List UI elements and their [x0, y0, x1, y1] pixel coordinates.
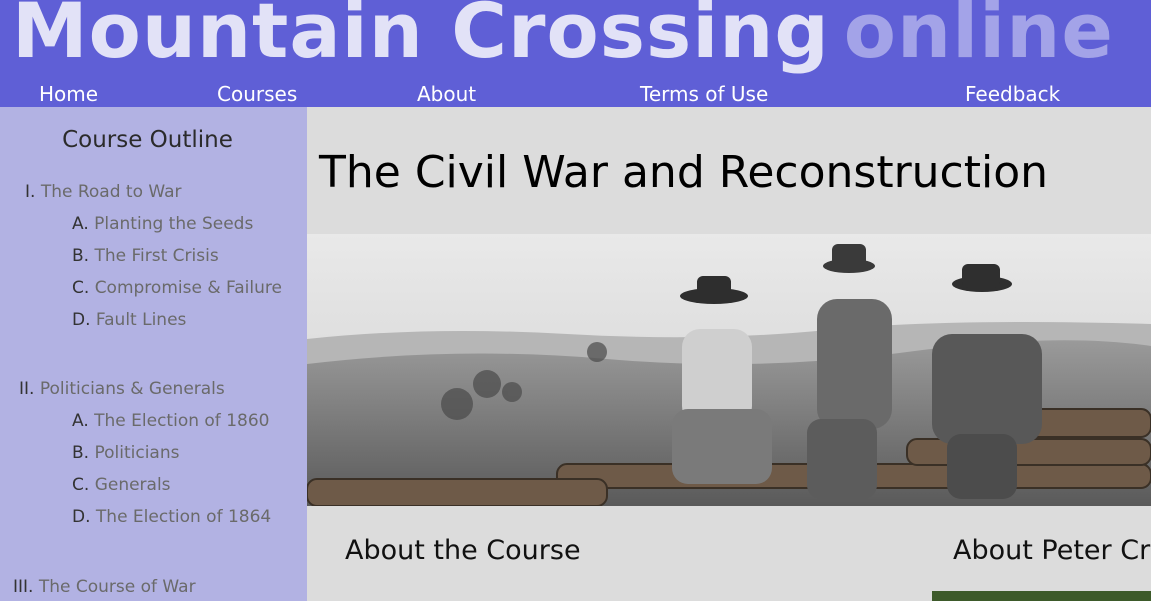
logo-text-sub: online: [843, 0, 1114, 75]
outline-letter: B.: [72, 443, 90, 463]
outline-section-2[interactable]: II. Politicians & Generals: [19, 379, 225, 399]
outline-item[interactable]: B. The First Crisis: [72, 246, 219, 266]
outline-link[interactable]: Generals: [95, 475, 171, 495]
outline-item[interactable]: A. The Election of 1860: [72, 411, 269, 431]
outline-item[interactable]: C. Generals: [72, 475, 171, 495]
hero-photo: [307, 234, 1151, 506]
outline-number: I.: [25, 182, 36, 202]
outline-letter: B.: [72, 246, 90, 266]
instructor-photo: [932, 591, 1151, 601]
outline-number: III.: [13, 577, 34, 597]
course-outline-sidebar: Course Outline I. The Road to War A. Pla…: [0, 107, 307, 601]
outline-link[interactable]: The Road to War: [41, 182, 182, 202]
outline-number: II.: [19, 379, 35, 399]
site-header: Mountain Crossing online Home Courses Abo…: [0, 0, 1151, 107]
outline-item[interactable]: C. Compromise & Failure: [72, 278, 282, 298]
outline-letter: A.: [72, 214, 89, 234]
outline-link[interactable]: The Course of War: [39, 577, 196, 597]
outline-letter: D.: [72, 507, 91, 527]
outline-link[interactable]: Fault Lines: [96, 310, 187, 330]
outline-letter: C.: [72, 278, 90, 298]
outline-item[interactable]: A. Planting the Seeds: [72, 214, 253, 234]
outline-item[interactable]: D. Fault Lines: [72, 310, 186, 330]
outline-section-3[interactable]: III. The Course of War: [13, 577, 196, 597]
about-instructor-heading: About Peter Cra: [953, 535, 1151, 566]
outline-letter: A.: [72, 411, 89, 431]
soldiers-photo-illustration: [307, 234, 1151, 506]
logo-text-main: Mountain Crossing: [12, 0, 830, 75]
nav-feedback[interactable]: Feedback: [965, 82, 1060, 106]
outline-section-1[interactable]: I. The Road to War: [25, 182, 182, 202]
outline-item[interactable]: B. Politicians: [72, 443, 179, 463]
site-logo[interactable]: Mountain Crossing online: [12, 0, 1114, 75]
page-title: The Civil War and Reconstruction: [319, 147, 1049, 198]
nav-courses[interactable]: Courses: [217, 82, 297, 106]
outline-link[interactable]: Politicians & Generals: [40, 379, 225, 399]
main-nav: Home Courses About Terms of Use Feedback: [0, 82, 1151, 107]
sidebar-title: Course Outline: [62, 127, 233, 153]
outline-link[interactable]: The Election of 1864: [96, 507, 271, 527]
about-course-heading: About the Course: [345, 535, 581, 566]
nav-terms-of-use[interactable]: Terms of Use: [640, 82, 768, 106]
outline-item[interactable]: D. The Election of 1864: [72, 507, 271, 527]
outline-letter: D.: [72, 310, 91, 330]
outline-link[interactable]: Compromise & Failure: [95, 278, 282, 298]
outline-link[interactable]: Planting the Seeds: [94, 214, 253, 234]
main-content: The Civil War and Reconstruction About t…: [307, 107, 1151, 601]
outline-letter: C.: [72, 475, 90, 495]
outline-link[interactable]: The First Crisis: [94, 246, 218, 266]
nav-about[interactable]: About: [417, 82, 476, 106]
outline-link[interactable]: Politicians: [94, 443, 179, 463]
outline-link[interactable]: The Election of 1860: [94, 411, 269, 431]
nav-home[interactable]: Home: [39, 82, 98, 106]
